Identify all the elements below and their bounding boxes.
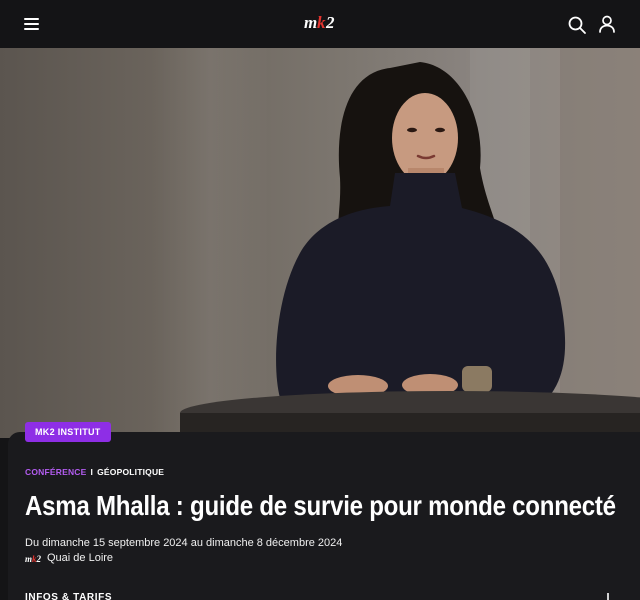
hamburger-menu-icon[interactable] [20,14,44,34]
svg-text:k: k [317,13,326,32]
svg-text:2: 2 [325,13,335,32]
top-nav-bar: m k 2 [0,0,640,48]
mk2-logo[interactable]: m k 2 [296,8,344,38]
user-icon[interactable] [596,13,618,35]
hero-image [0,48,640,438]
category-separator: I [90,467,94,477]
svg-text:2: 2 [36,554,42,564]
portrait-photo [180,62,640,438]
category-geopolitique[interactable]: GÉOPOLITIQUE [97,467,164,477]
event-dates: Du dimanche 15 septembre 2024 au dimanch… [25,537,343,549]
search-icon[interactable] [566,14,588,36]
info-tarifs-toggle[interactable]: INFOS & TARIFS [25,592,112,600]
category-conference[interactable]: CONFÉRENCE [25,467,87,477]
event-badge[interactable]: MK2 INSTITUT [25,422,111,442]
svg-text:m: m [25,554,32,564]
expand-icon[interactable] [603,593,613,600]
venue-name: Quai de Loire [47,552,114,564]
event-venue[interactable]: m k 2 Quai de Loire [25,552,113,564]
mk2-mini-logo: m k 2 [25,554,42,564]
svg-text:m: m [304,13,317,32]
event-title: Asma Mhalla : guide de survie pour monde… [25,490,616,521]
event-categories: CONFÉRENCE I GÉOPOLITIQUE [25,467,164,477]
